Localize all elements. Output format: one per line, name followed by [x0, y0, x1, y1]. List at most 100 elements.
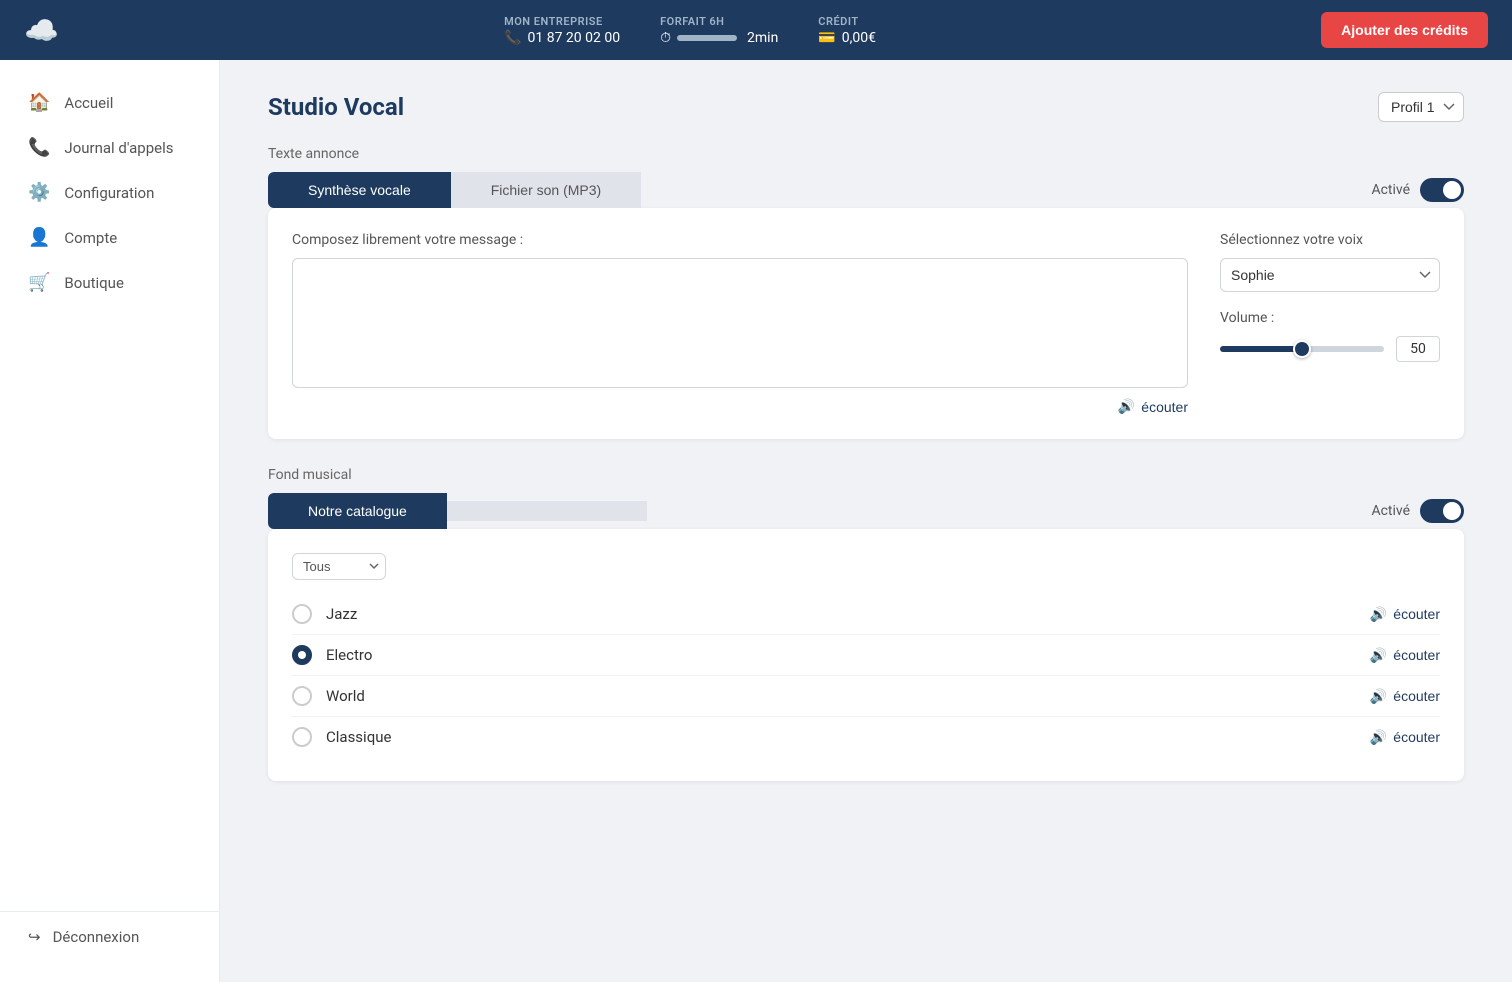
tab-upload[interactable]	[447, 501, 647, 521]
texte-annonce-section: Texte annonce Synthèse vocale Fichier so…	[268, 146, 1464, 439]
topnav-credit: Crédit 💳 0,00€	[818, 15, 876, 46]
volume-slider[interactable]	[1220, 346, 1384, 352]
fond-musical-toggle[interactable]	[1420, 499, 1464, 523]
message-label: Composez librement votre message :	[292, 232, 1188, 248]
sidebar-nav: 🏠 Accueil 📞 Journal d'appels ⚙️ Configur…	[0, 80, 219, 911]
logo: ☁️	[24, 14, 59, 47]
page-header: Studio Vocal Profil 1 Profil 2 Profil 3	[268, 92, 1464, 122]
music-list: Jazz 🔊 écouter Electro 🔊 écouter	[292, 594, 1440, 757]
music-item-classique: Classique 🔊 écouter	[292, 717, 1440, 757]
volume-row: 50	[1220, 336, 1440, 362]
topnav-center: MON ENTREPRISE 📞 01 87 20 02 00 Forfait …	[99, 15, 1281, 46]
listen-button-world[interactable]: 🔊 écouter	[1370, 688, 1440, 705]
sidebar-item-compte[interactable]: 👤 Compte	[0, 215, 219, 260]
voice-section: Sélectionnez votre voix Sophie Pierre Em…	[1220, 232, 1440, 415]
music-item-jazz: Jazz 🔊 écouter	[292, 594, 1440, 635]
texte-annonce-body: Composez librement votre message : 🔊 éco…	[292, 232, 1440, 415]
gear-icon: ⚙️	[28, 182, 50, 203]
fond-musical-active-row: Activé	[1371, 499, 1464, 523]
user-icon: 👤	[28, 227, 50, 248]
radio-classique[interactable]	[292, 727, 312, 747]
fond-musical-card: Tous Jazz Electro World Classique Jazz 🔊…	[268, 529, 1464, 781]
tab-fichier-son[interactable]: Fichier son (MP3)	[451, 172, 641, 208]
voice-select-label: Sélectionnez votre voix	[1220, 232, 1440, 248]
sidebar-item-accueil[interactable]: 🏠 Accueil	[0, 80, 219, 125]
topnav-enterprise: MON ENTREPRISE 📞 01 87 20 02 00	[504, 15, 620, 46]
sidebar-item-configuration[interactable]: ⚙️ Configuration	[0, 170, 219, 215]
radio-electro[interactable]	[292, 645, 312, 665]
toggle-slider	[1420, 178, 1464, 202]
forfait-value: ⏱ 2min	[660, 30, 778, 46]
listen-button-jazz[interactable]: 🔊 écouter	[1370, 606, 1440, 623]
topnav-forfait: Forfait 6H ⏱ 2min	[660, 15, 778, 46]
music-item-electro: Electro 🔊 écouter	[292, 635, 1440, 676]
logout-button[interactable]: ↪ Déconnexion	[28, 928, 191, 946]
texte-annonce-card: Composez librement votre message : 🔊 éco…	[268, 208, 1464, 439]
speaker-icon: 🔊	[1118, 398, 1135, 415]
phone-icon: 📞	[28, 137, 50, 158]
listen-button-electro[interactable]: 🔊 écouter	[1370, 647, 1440, 664]
forfait-label: Forfait 6H	[660, 15, 778, 28]
texte-annonce-active-row: Activé	[1371, 178, 1464, 202]
forfait-bar	[677, 35, 737, 41]
listen-button-classique[interactable]: 🔊 écouter	[1370, 729, 1440, 746]
music-item-world: World 🔊 écouter	[292, 676, 1440, 717]
sidebar-label-journal: Journal d'appels	[64, 139, 173, 157]
sidebar-label-compte: Compte	[64, 229, 117, 247]
logout-label: Déconnexion	[53, 928, 140, 946]
filter-select[interactable]: Tous Jazz Electro World Classique	[292, 553, 386, 580]
sidebar-item-boutique[interactable]: 🛒 Boutique	[0, 260, 219, 305]
radio-jazz[interactable]	[292, 604, 312, 624]
volume-value: 50	[1396, 336, 1440, 362]
sidebar: 🏠 Accueil 📞 Journal d'appels ⚙️ Configur…	[0, 60, 220, 982]
fond-musical-header-row: Notre catalogue Activé	[268, 493, 1464, 529]
add-credit-button[interactable]: Ajouter des crédits	[1321, 12, 1488, 48]
credit-icon: 💳	[818, 30, 835, 46]
listen-label-electro: écouter	[1393, 647, 1440, 663]
speaker-icon-electro: 🔊	[1370, 647, 1387, 664]
page-title: Studio Vocal	[268, 93, 404, 121]
credit-label: Crédit	[818, 15, 876, 28]
message-textarea[interactable]	[292, 258, 1188, 388]
music-name-electro: Electro	[326, 646, 1370, 664]
speaker-icon-classique: 🔊	[1370, 729, 1387, 746]
sidebar-item-journal[interactable]: 📞 Journal d'appels	[0, 125, 219, 170]
sidebar-bottom: ↪ Déconnexion	[0, 911, 219, 962]
music-name-classique: Classique	[326, 728, 1370, 746]
texte-annonce-header-row: Synthèse vocale Fichier son (MP3) Activé	[268, 172, 1464, 208]
sidebar-label-accueil: Accueil	[64, 94, 113, 112]
home-icon: 🏠	[28, 92, 50, 113]
volume-label: Volume :	[1220, 310, 1440, 326]
listen-label-classique: écouter	[1393, 729, 1440, 745]
radio-world[interactable]	[292, 686, 312, 706]
profil-select[interactable]: Profil 1 Profil 2 Profil 3	[1378, 92, 1464, 122]
logout-icon: ↪	[28, 928, 41, 946]
phone-icon: 📞	[504, 30, 521, 46]
enterprise-phone: 📞 01 87 20 02 00	[504, 30, 620, 46]
listen-label-world: écouter	[1393, 688, 1440, 704]
main-layout: 🏠 Accueil 📞 Journal d'appels ⚙️ Configur…	[0, 60, 1512, 982]
enterprise-label: MON ENTREPRISE	[504, 15, 620, 28]
speaker-icon-world: 🔊	[1370, 688, 1387, 705]
listen-label-annonce: écouter	[1141, 399, 1188, 415]
texte-annonce-toggle[interactable]	[1420, 178, 1464, 202]
texte-annonce-label: Texte annonce	[268, 146, 1464, 162]
cart-icon: 🛒	[28, 272, 50, 293]
listen-button-annonce[interactable]: 🔊 écouter	[1118, 398, 1188, 415]
clock-icon: ⏱	[660, 30, 671, 46]
tab-notre-catalogue[interactable]: Notre catalogue	[268, 493, 447, 529]
listen-label-jazz: écouter	[1393, 606, 1440, 622]
credit-value: 💳 0,00€	[818, 30, 876, 46]
sidebar-label-boutique: Boutique	[64, 274, 123, 292]
music-name-jazz: Jazz	[326, 605, 1370, 623]
texte-annonce-active-label: Activé	[1371, 182, 1410, 198]
sidebar-label-configuration: Configuration	[64, 184, 154, 202]
music-name-world: World	[326, 687, 1370, 705]
logo-icon: ☁️	[24, 14, 59, 47]
tab-synthese-vocale[interactable]: Synthèse vocale	[268, 172, 451, 208]
fond-musical-toggle-slider	[1420, 499, 1464, 523]
voice-select[interactable]: Sophie Pierre Emma Lucas	[1220, 258, 1440, 292]
fond-musical-label: Fond musical	[268, 467, 1464, 483]
topnav: ☁️ MON ENTREPRISE 📞 01 87 20 02 00 Forfa…	[0, 0, 1512, 60]
fond-musical-active-label: Activé	[1371, 503, 1410, 519]
